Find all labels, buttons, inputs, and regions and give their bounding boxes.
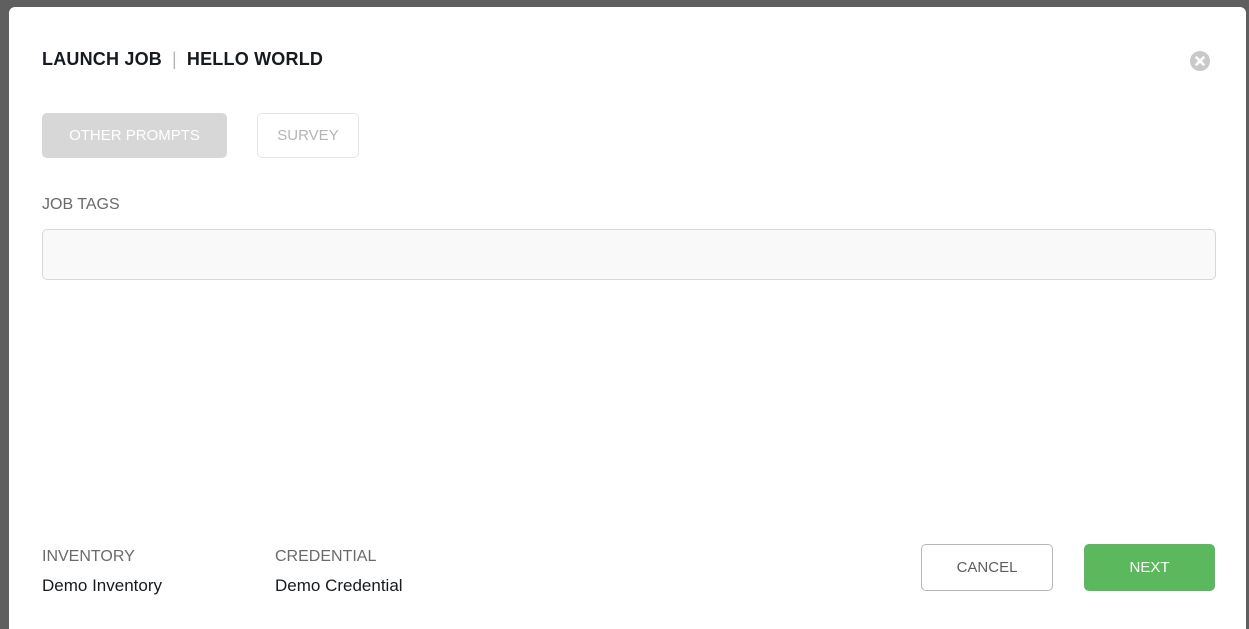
- modal-title: LAUNCH JOB: [42, 49, 163, 69]
- close-icon: [1195, 56, 1205, 66]
- credential-value: Demo Credential: [275, 576, 403, 595]
- inventory-label: INVENTORY: [42, 548, 135, 565]
- title-divider: |: [172, 49, 177, 69]
- tab-other-prompts[interactable]: OTHER PROMPTS: [42, 113, 227, 158]
- launch-job-modal: LAUNCH JOB | HELLO WORLD OTHER PROMPTS S…: [9, 7, 1246, 629]
- job-tags-input[interactable]: [42, 229, 1216, 280]
- job-tags-label: JOB TAGS: [42, 196, 120, 213]
- tab-survey[interactable]: SURVEY: [257, 113, 359, 158]
- modal-header: LAUNCH JOB | HELLO WORLD: [42, 49, 323, 70]
- close-button[interactable]: [1190, 51, 1210, 71]
- cancel-button[interactable]: CANCEL: [921, 544, 1053, 591]
- next-button[interactable]: NEXT: [1084, 544, 1215, 591]
- job-name: HELLO WORLD: [186, 49, 324, 69]
- inventory-value: Demo Inventory: [42, 576, 162, 595]
- credential-label: CREDENTIAL: [275, 548, 377, 565]
